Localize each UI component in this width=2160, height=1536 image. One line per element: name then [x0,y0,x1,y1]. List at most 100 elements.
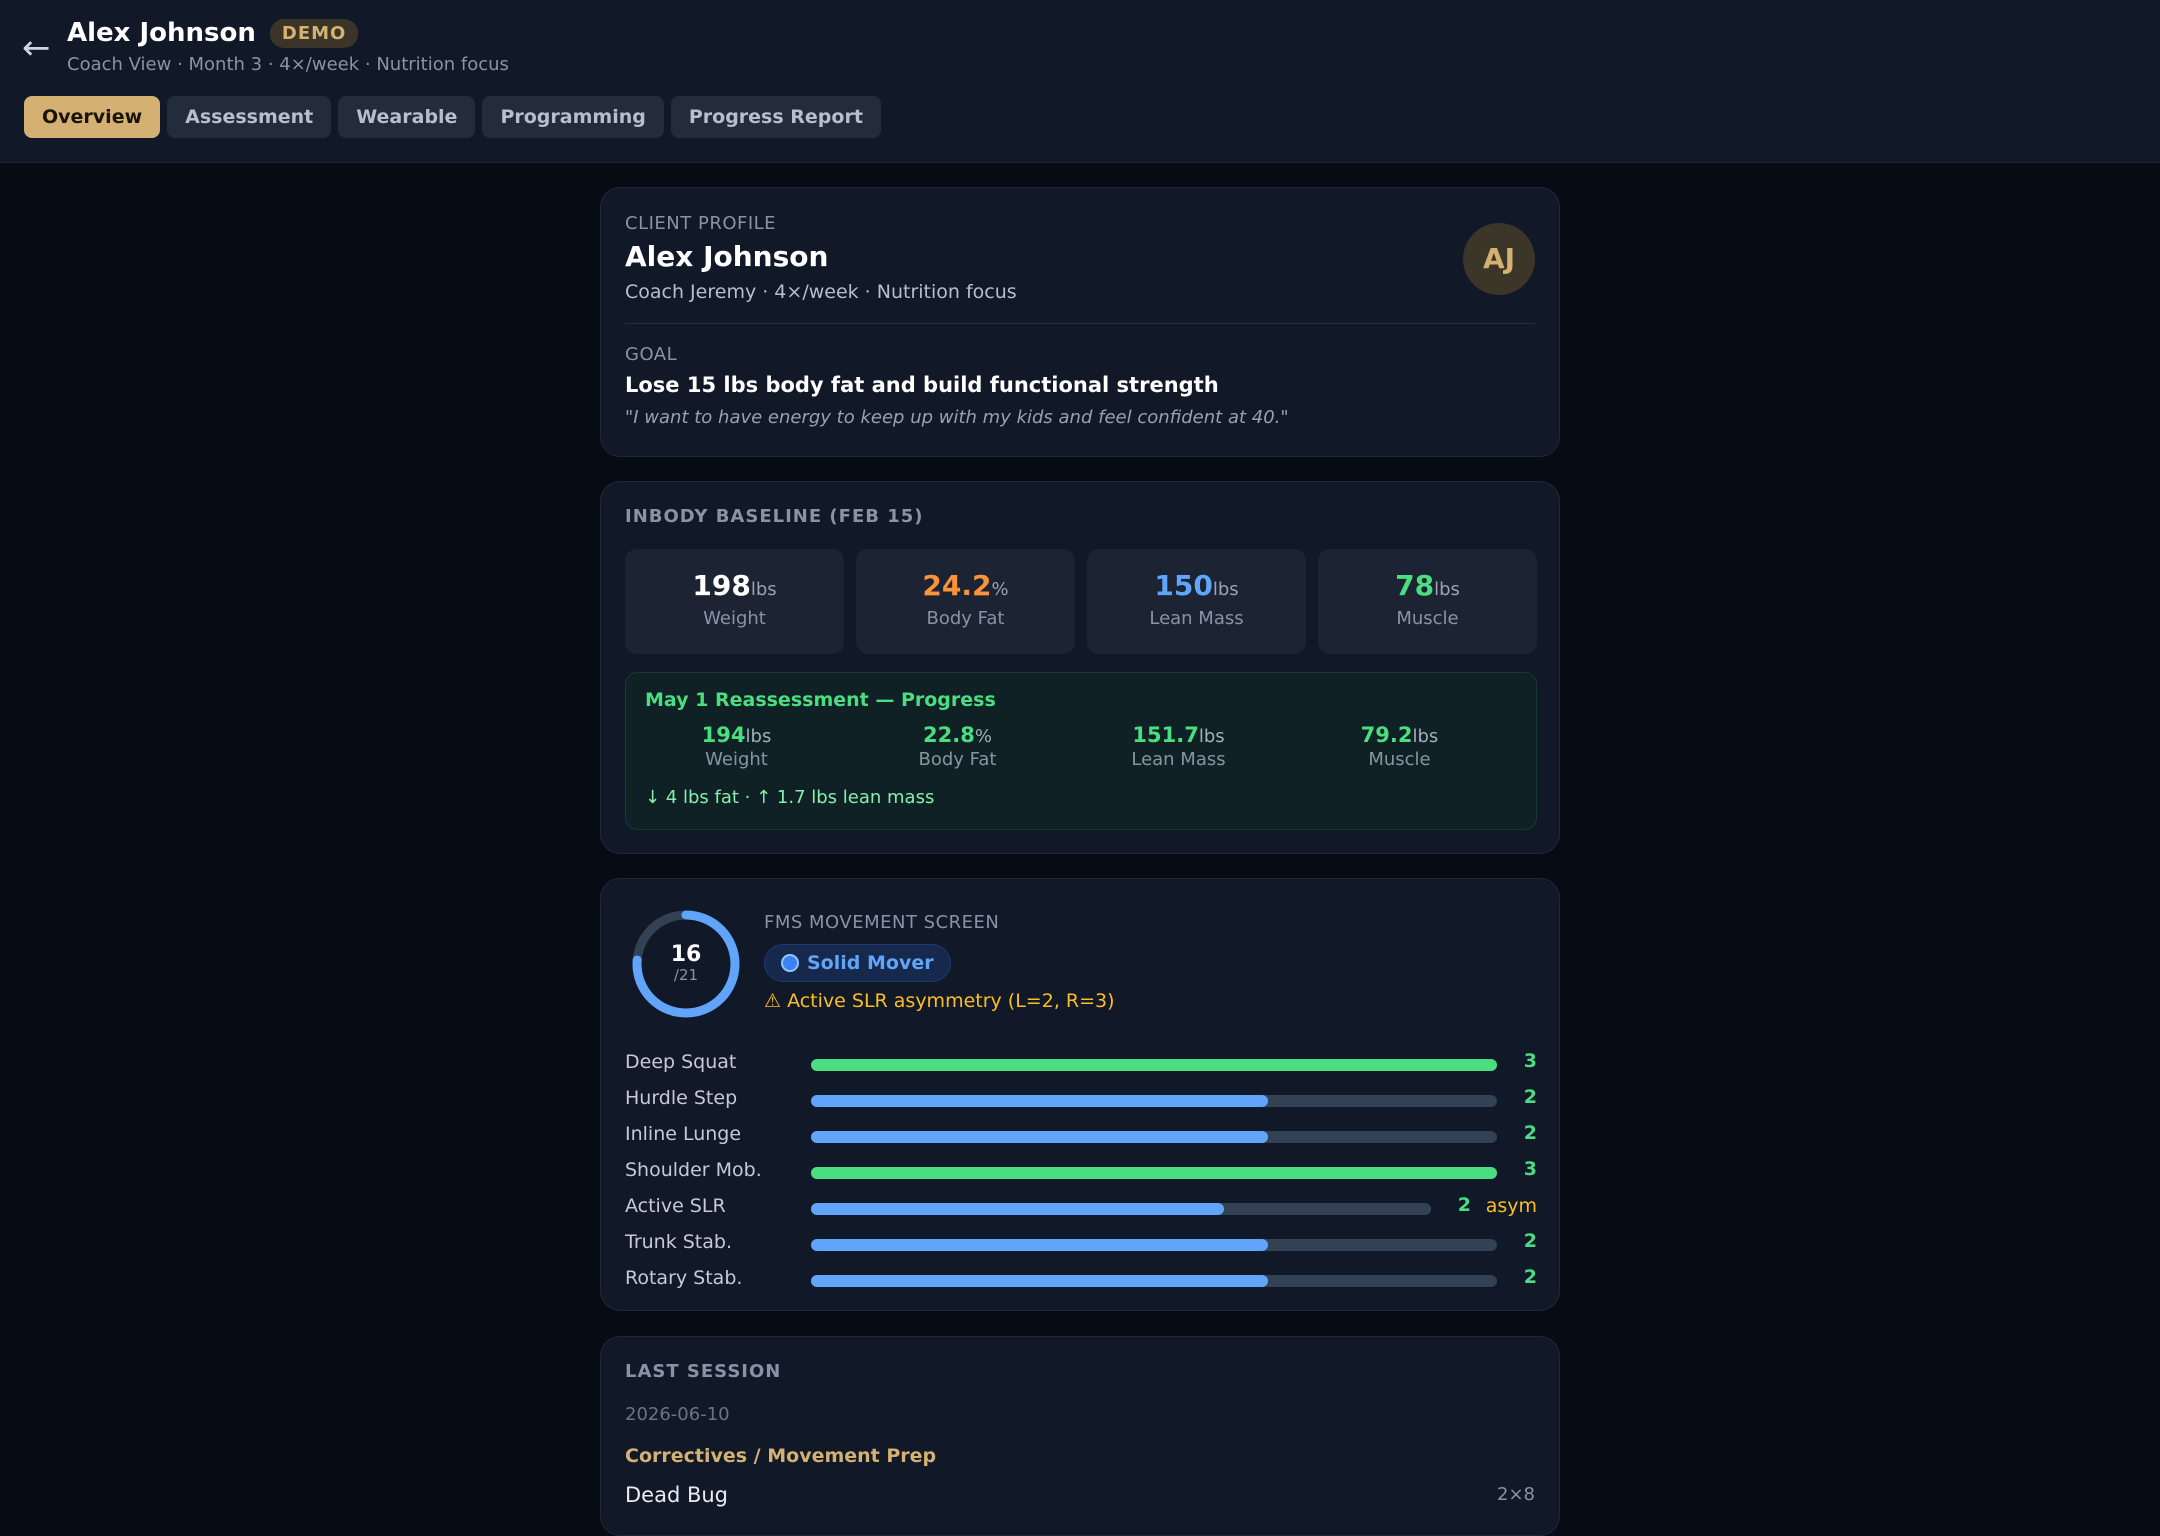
profile-divider [625,323,1535,324]
stat-unit: lbs [1212,579,1239,600]
re-stat-muscle: 79.2lbs Muscle [1289,723,1510,770]
session-block-title: Correctives / Movement Prep [625,1445,937,1467]
movement-name: Rotary Stab. [625,1267,743,1289]
stat-label: Lean Mass [1149,608,1244,629]
movement-score: 2 [1523,1086,1537,1108]
asymmetry-warning: ⚠ Active SLR asymmetry (L=2, R=3) [764,990,1115,1012]
reassessment-stats: 194lbs Weight 22.8% Body Fat 151.7lbs Le… [626,723,1536,770]
baseline-stats: 198lbs Weight 24.2% Body Fat 150lbs Lean… [625,549,1537,654]
score-bar-fill [811,1275,1268,1287]
exercise-sets: 2×8 [1497,1484,1535,1505]
score-bar-fill [811,1239,1268,1251]
re-stat-label: Muscle [1368,749,1431,770]
fms-movement-row: Hurdle Step 2 [625,1082,1537,1118]
re-stat-unit: % [974,726,992,747]
tab-overview[interactable]: Overview [24,96,161,138]
goal-text: Lose 15 lbs body fat and build functiona… [625,373,1219,397]
reassessment-panel: May 1 Reassessment — Progress 194lbs Wei… [625,672,1537,830]
tab-progress-report[interactable]: Progress Report [670,96,881,138]
last-session-title: LAST SESSION [625,1361,782,1382]
stat-lean-mass: 150lbs Lean Mass [1087,549,1306,654]
re-stat-label: Body Fat [918,749,997,770]
re-stat-value: 151.7 [1132,723,1199,747]
stat-label: Body Fat [926,608,1005,629]
fms-movement-row: Rotary Stab. 2 [625,1262,1537,1298]
fms-movement-row: Deep Squat 3 [625,1046,1537,1082]
movement-name: Deep Squat [625,1051,737,1073]
top-header: ← Alex Johnson DEMO Coach View · Month 3… [0,0,2160,163]
re-stat-value: 194 [701,723,746,747]
fms-movement-row: Shoulder Mob. 3 [625,1154,1537,1190]
inbody-title: INBODY BASELINE (FEB 15) [625,506,924,527]
blue-circle-icon [781,954,799,972]
movement-name: Shoulder Mob. [625,1159,762,1181]
re-stat-lean-mass: 151.7lbs Lean Mass [1068,723,1289,770]
client-name: Alex Johnson [67,18,256,48]
stat-value: 150 [1154,569,1213,602]
stat-muscle: 78lbs Muscle [1318,549,1537,654]
re-stat-value: 79.2 [1360,723,1413,747]
score-bar-fill [811,1059,1497,1071]
fms-movement-list: Deep Squat 3 Hurdle Step 2 Inline Lunge 2 Shou… [625,1046,1537,1298]
re-stat-unit: lbs [745,726,772,747]
header-subtitle: Coach View · Month 3 · 4×/week · Nutriti… [67,54,509,75]
profile-section-label: CLIENT PROFILE [625,213,777,234]
demo-badge: DEMO [269,18,359,48]
movement-score: 2 [1457,1194,1471,1216]
movement-name: Hurdle Step [625,1087,738,1109]
client-profile-card: CLIENT PROFILE Alex Johnson Coach Jeremy… [600,187,1560,457]
movement-score: 3 [1523,1158,1537,1180]
re-stat-body-fat: 22.8% Body Fat [847,723,1068,770]
exercise-name: Dead Bug [625,1483,729,1507]
score-bar-fill [811,1131,1268,1143]
reassessment-title: May 1 Reassessment — Progress [645,689,996,711]
stat-weight: 198lbs Weight [625,549,844,654]
tab-bar: Overview Assessment Wearable Programming… [24,96,881,138]
movement-score: 2 [1523,1230,1537,1252]
score-bar-track [811,1167,1497,1179]
inbody-baseline-card: INBODY BASELINE (FEB 15) 198lbs Weight 2… [600,481,1560,854]
score-bar-track [811,1275,1497,1287]
score-bar-track [811,1203,1431,1215]
header-title-group: Alex Johnson DEMO [67,18,359,48]
stat-unit: lbs [750,579,777,600]
fms-movement-row: Active SLR 2 asym [625,1190,1537,1226]
score-bar-track [811,1239,1497,1251]
score-bar-track [811,1095,1497,1107]
profile-details: Coach Jeremy · 4×/week · Nutrition focus [625,281,1017,303]
mover-badge-label: Solid Mover [807,952,934,974]
tab-wearable[interactable]: Wearable [338,96,476,138]
score-bar-fill [811,1203,1224,1215]
fms-card: 16 /21 FMS MOVEMENT SCREEN Solid Mover ⚠… [600,878,1560,1311]
stat-unit: lbs [1434,579,1460,600]
score-bar-track [811,1131,1497,1143]
movement-score: 2 [1523,1266,1537,1288]
movement-score: 2 [1523,1122,1537,1144]
score-bar-fill [811,1167,1497,1179]
fms-score-total: /21 [673,966,699,984]
solid-mover-badge: Solid Mover [764,944,951,982]
avatar: AJ [1463,223,1535,295]
score-bar-track [811,1059,1497,1071]
profile-name: Alex Johnson [625,240,829,273]
movement-name: Active SLR [625,1195,726,1217]
asymmetry-flag: asym [1485,1195,1537,1217]
stat-unit: % [991,579,1009,600]
session-date: 2026-06-10 [625,1404,730,1425]
movement-name: Trunk Stab. [625,1231,733,1253]
re-stat-label: Lean Mass [1131,749,1226,770]
reassessment-delta: ↓ 4 lbs fat · ↑ 1.7 lbs lean mass [645,787,935,808]
tab-assessment[interactable]: Assessment [167,96,332,138]
stat-value: 24.2 [922,569,992,602]
score-bar-fill [811,1095,1268,1107]
stat-body-fat: 24.2% Body Fat [856,549,1075,654]
tab-programming[interactable]: Programming [482,96,664,138]
re-stat-unit: lbs [1412,726,1439,747]
goal-label: GOAL [625,344,678,365]
stat-label: Muscle [1396,608,1459,629]
fms-movement-row: Inline Lunge 2 [625,1118,1537,1154]
back-arrow-icon[interactable]: ← [22,28,51,68]
fms-label: FMS MOVEMENT SCREEN [764,912,1000,933]
re-stat-label: Weight [705,749,768,770]
stat-value: 78 [1395,569,1435,602]
